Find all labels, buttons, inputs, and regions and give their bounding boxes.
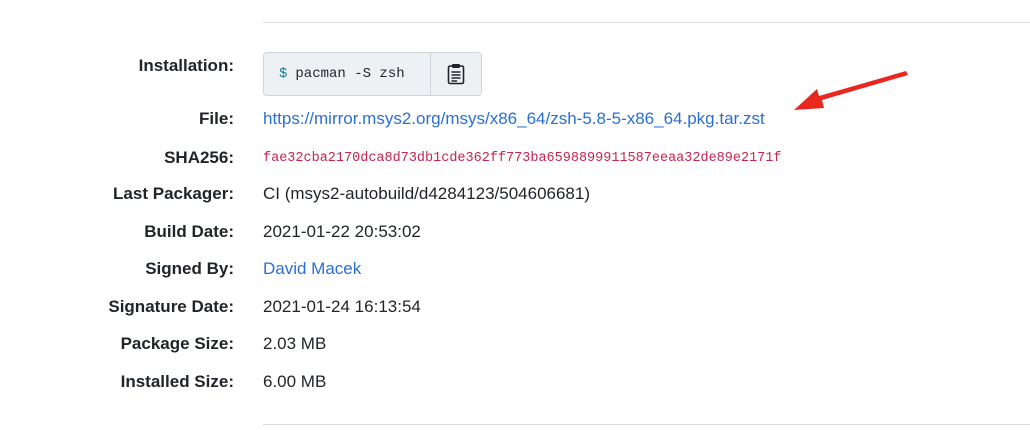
last-packager-label: Last Packager: <box>113 184 234 203</box>
build-date-value: 2021-01-22 20:53:02 <box>263 222 421 241</box>
signed-by-label: Signed By: <box>145 259 234 278</box>
sha256-value: fae32cba2170dca8d73db1cde362ff773ba65988… <box>263 151 782 166</box>
copy-button[interactable] <box>430 53 481 95</box>
clipboard-icon <box>447 64 465 85</box>
sha256-label: SHA256: <box>164 148 234 167</box>
command-text: pacman -S zsh <box>295 66 405 82</box>
installation-label: Installation: <box>138 56 234 75</box>
installed-size-label: Installed Size: <box>120 372 234 391</box>
signature-date-value: 2021-01-24 16:13:54 <box>263 297 421 316</box>
file-url-link[interactable]: https://mirror.msys2.org/msys/x86_64/zsh… <box>263 108 765 130</box>
package-size-label: Package Size: <box>120 334 234 353</box>
installed-size-value: 6.00 MB <box>263 372 327 391</box>
signed-by-link[interactable]: David Macek <box>263 258 361 280</box>
bottom-divider <box>263 424 1030 425</box>
build-date-label: Build Date: <box>144 222 234 241</box>
signature-date-label: Signature Date: <box>108 297 234 316</box>
install-command-box: $ pacman -S zsh <box>263 52 482 96</box>
top-divider <box>263 22 1030 23</box>
install-command[interactable]: $ pacman -S zsh <box>264 53 430 95</box>
file-label: File: <box>199 109 234 128</box>
command-prompt: $ <box>279 66 288 82</box>
package-details: Installation: $ pacman -S zsh File: http… <box>0 0 1030 430</box>
last-packager-value: CI (msys2-autobuild/d4284123/504606681) <box>263 184 591 203</box>
package-size-value: 2.03 MB <box>263 334 327 353</box>
